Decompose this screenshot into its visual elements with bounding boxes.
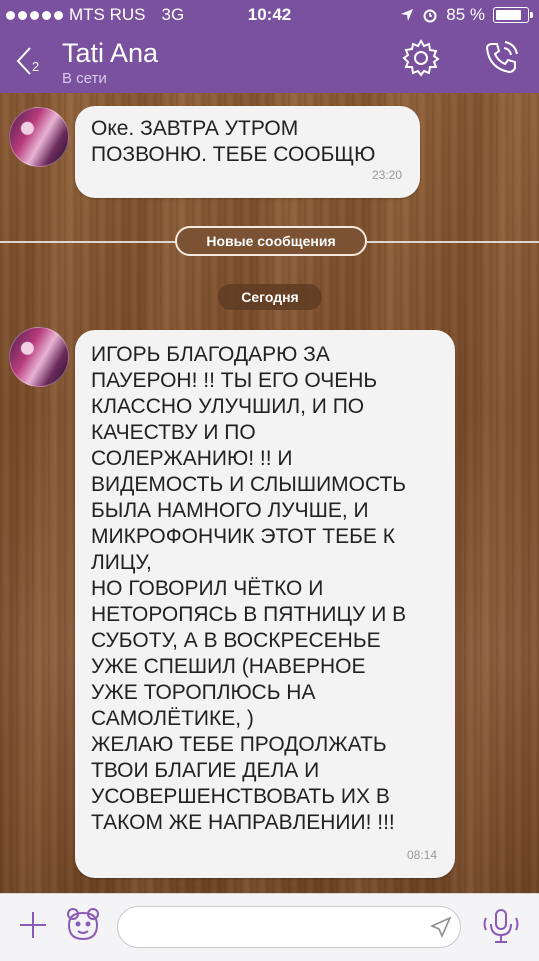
microphone-icon[interactable] <box>479 904 523 948</box>
new-messages-divider: Новые сообщения <box>175 226 367 256</box>
back-button[interactable]: 2 <box>14 44 48 78</box>
send-icon[interactable] <box>428 916 452 940</box>
message-text: Оке. ЗАВТРА УТРОМ ПОЗВОНЮ. ТЕБЕ СООБЩЮ <box>91 117 376 166</box>
message-bubble[interactable]: ИГОРЬ БЛАГОДАРЮ ЗА ПАУЕРОН! !! ТЫ ЕГО ОЧ… <box>75 330 455 878</box>
message-time: 08:14 <box>406 848 437 862</box>
plus-icon[interactable] <box>16 908 50 942</box>
contact-avatar[interactable] <box>9 107 69 167</box>
message-time: 23:20 <box>371 168 402 182</box>
unread-count: 2 <box>32 58 40 74</box>
message-bubble[interactable]: Оке. ЗАВТРА УТРОМ ПОЗВОНЮ. ТЕБЕ СООБЩЮ 2… <box>75 106 420 198</box>
battery-percent: 85 % <box>446 5 485 24</box>
alarm-icon <box>423 9 437 23</box>
call-icon[interactable] <box>481 38 521 78</box>
status-bar: MTS RUS 3G 10:42 85 % <box>0 0 539 30</box>
location-arrow-icon <box>401 9 414 21</box>
date-divider: Сегодня <box>218 284 322 310</box>
back-chevron-icon <box>16 47 31 75</box>
sticker-bear-icon[interactable] <box>64 905 102 943</box>
message-input[interactable] <box>117 906 461 948</box>
settings-gear-icon[interactable] <box>401 38 441 78</box>
message-text: ИГОРЬ БЛАГОДАРЮ ЗА ПАУЕРОН! !! ТЫ ЕГО ОЧ… <box>91 343 407 834</box>
chat-header: MTS RUS 3G 10:42 85 % 2 Tati Ana В сети <box>0 0 539 93</box>
contact-name[interactable]: Tati Ana <box>62 38 158 69</box>
battery-icon <box>493 7 533 23</box>
message-input-bar <box>0 893 539 961</box>
contact-status: В сети <box>62 70 107 87</box>
contact-avatar[interactable] <box>9 327 69 387</box>
